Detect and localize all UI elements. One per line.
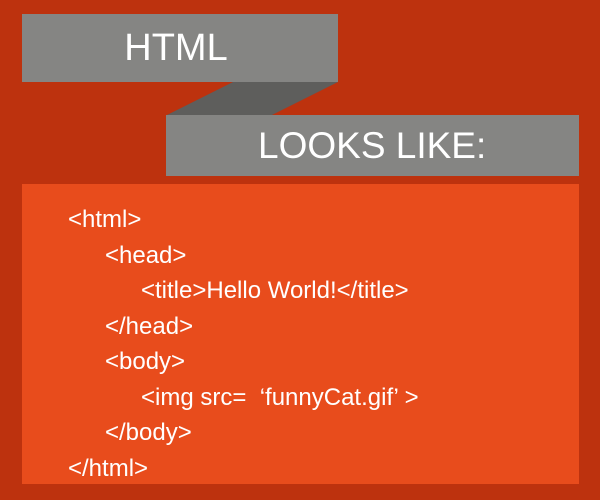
code-line: </html> xyxy=(68,454,149,482)
code-line: <body> xyxy=(105,348,186,375)
code-line: <title>Hello World!</title> xyxy=(141,277,409,304)
subtitle-banner: LOOKS LIKE: xyxy=(166,115,579,176)
code-line: </head> xyxy=(105,312,194,340)
code-panel: <html> <head> <title>Hello World!</title… xyxy=(22,184,579,484)
title-banner: HTML xyxy=(22,14,338,82)
code-line: <head> xyxy=(105,241,187,269)
code-line: </body> xyxy=(105,419,192,446)
page-title: HTML xyxy=(124,26,228,69)
page-subtitle: LOOKS LIKE: xyxy=(258,124,487,166)
code-line: <html> xyxy=(68,206,142,233)
code-line: <img src= ‘funnyCat.gif’ > xyxy=(141,383,419,411)
